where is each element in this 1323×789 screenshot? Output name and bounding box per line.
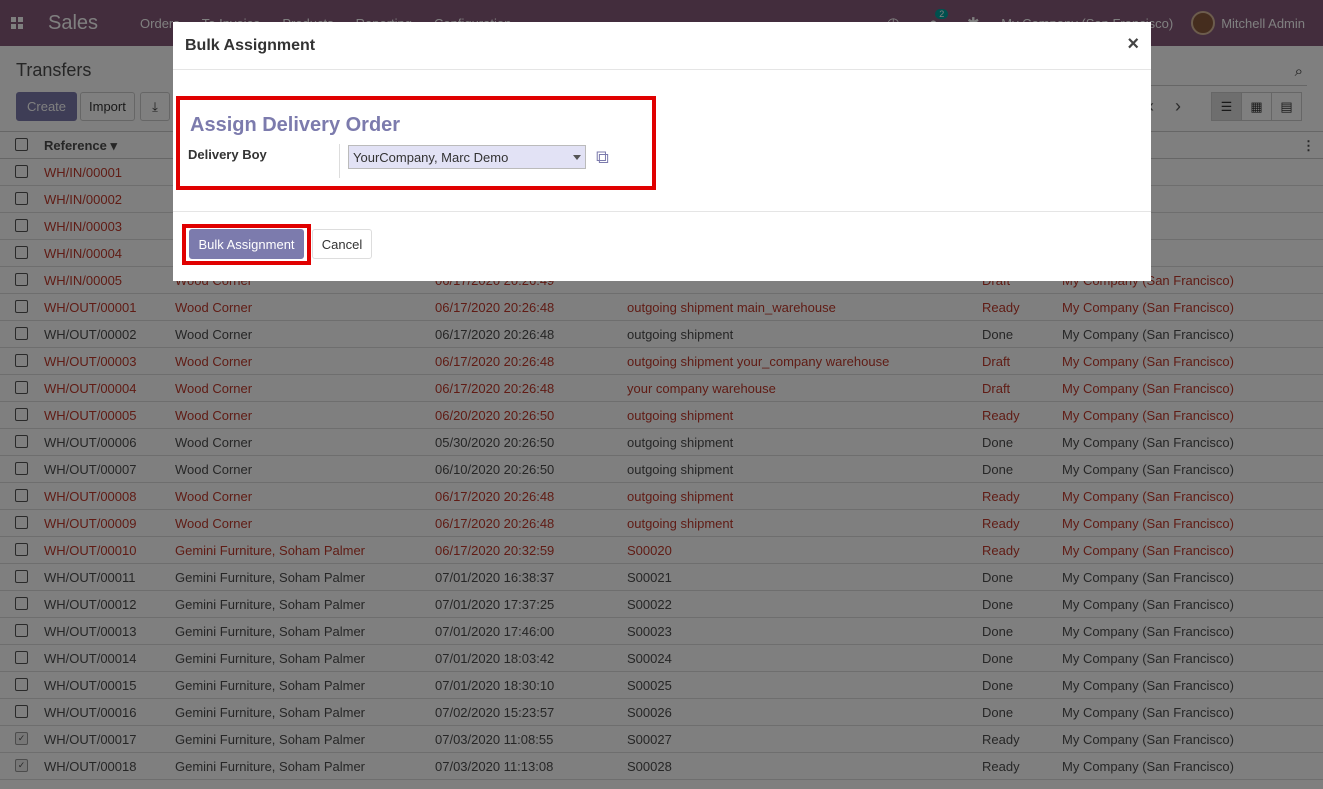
highlight-box (176, 96, 656, 190)
field-divider (339, 144, 340, 178)
modal-title: Bulk Assignment (185, 37, 316, 54)
chevron-down-icon[interactable] (573, 155, 581, 160)
delivery-boy-select[interactable]: YourCompany, Marc Demo (348, 145, 586, 169)
modal-body (173, 70, 1151, 212)
bulk-assignment-button[interactable]: Bulk Assignment (189, 229, 304, 259)
form-title: Assign Delivery Order (190, 114, 401, 136)
delivery-boy-label: Delivery Boy (188, 147, 267, 162)
modal-header: Bulk Assignment × (173, 22, 1151, 70)
bulk-assignment-dialog: Bulk Assignment × Assign Delivery Order … (173, 22, 1151, 281)
cancel-button[interactable]: Cancel (312, 229, 372, 259)
close-icon[interactable]: × (1127, 33, 1139, 56)
delivery-boy-value: YourCompany, Marc Demo (353, 150, 509, 165)
external-link-icon[interactable]: ⧉ (596, 147, 609, 168)
